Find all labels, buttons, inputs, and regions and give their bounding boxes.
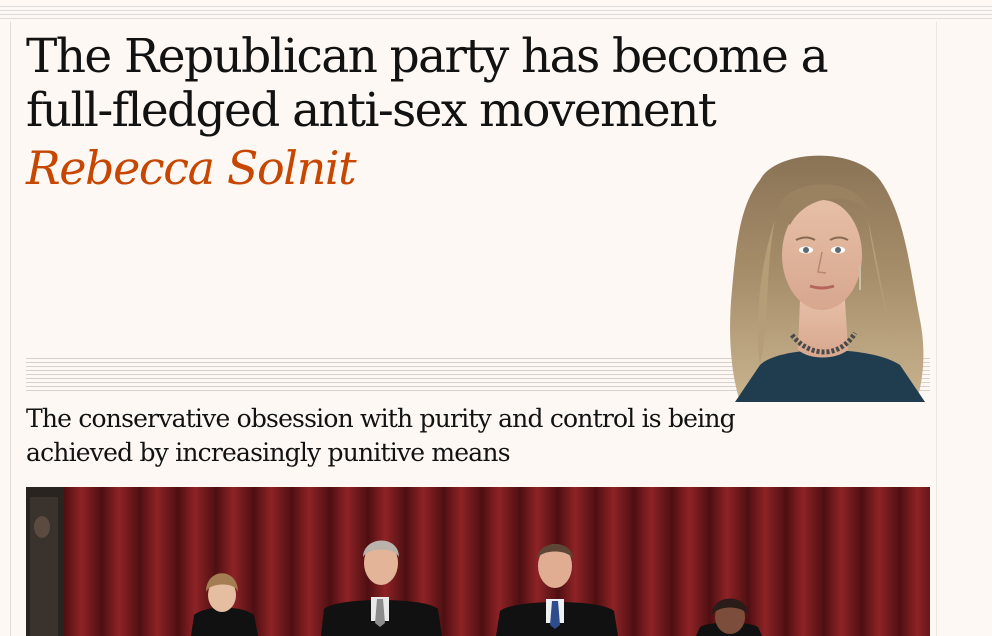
main-article-photo[interactable] — [26, 487, 930, 636]
justices-photo-illustration — [26, 487, 930, 636]
article-standfirst: The conservative obsession with purity a… — [26, 404, 736, 467]
article-page: The Republican party has become a full-f… — [0, 0, 992, 636]
left-column-rule — [10, 22, 11, 636]
article-headline: The Republican party has become a full-f… — [26, 29, 829, 138]
author-byline[interactable]: Rebecca Solnit — [26, 140, 357, 196]
author-portrait — [730, 155, 925, 402]
right-column-rule — [936, 22, 937, 636]
top-divider-rules — [0, 6, 992, 22]
